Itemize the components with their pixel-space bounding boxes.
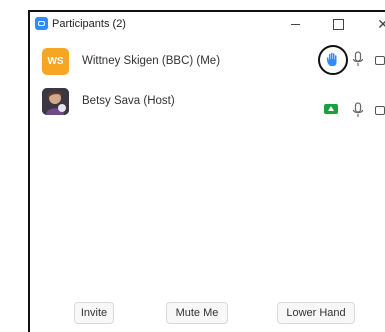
participants-footer: Invite Mute Me Lower Hand [30, 302, 385, 332]
avatar [42, 88, 69, 115]
video-on-icon[interactable] [324, 104, 338, 114]
participants-window: Participants (2) ✕ WS Wittney Skigen (BB… [28, 10, 385, 332]
invite-button[interactable]: Invite [74, 302, 114, 324]
microphone-icon[interactable] [352, 102, 364, 120]
participant-options-icon[interactable] [375, 56, 385, 65]
title-bar: Participants (2) ✕ [30, 12, 385, 36]
raised-hand-icon [327, 52, 337, 66]
participant-name: Betsy Sava (Host) [82, 95, 175, 107]
participant-row-wittney[interactable]: WS Wittney Skigen (BBC) (Me) [30, 44, 385, 80]
minimize-button[interactable] [280, 12, 310, 36]
close-icon: ✕ [377, 16, 385, 32]
participant-name: Wittney Skigen (BBC) (Me) [82, 55, 221, 67]
lower-hand-button[interactable]: Lower Hand [277, 302, 355, 324]
avatar: WS [42, 48, 69, 75]
close-button[interactable]: ✕ [368, 12, 385, 36]
zoom-app-icon [35, 17, 48, 30]
participant-row-betsy[interactable]: Betsy Sava (Host) [30, 84, 385, 120]
maximize-button[interactable] [323, 12, 353, 36]
mute-me-button[interactable]: Mute Me [166, 302, 228, 324]
profile-photo-icon [42, 88, 69, 115]
microphone-icon[interactable] [352, 51, 364, 69]
raised-hand-indicator[interactable] [318, 45, 348, 75]
window-title: Participants (2) [52, 18, 126, 30]
maximize-icon [332, 18, 344, 30]
participant-options-icon[interactable] [375, 106, 385, 115]
avatar-initials: WS [47, 56, 64, 67]
minimize-icon [290, 23, 300, 25]
